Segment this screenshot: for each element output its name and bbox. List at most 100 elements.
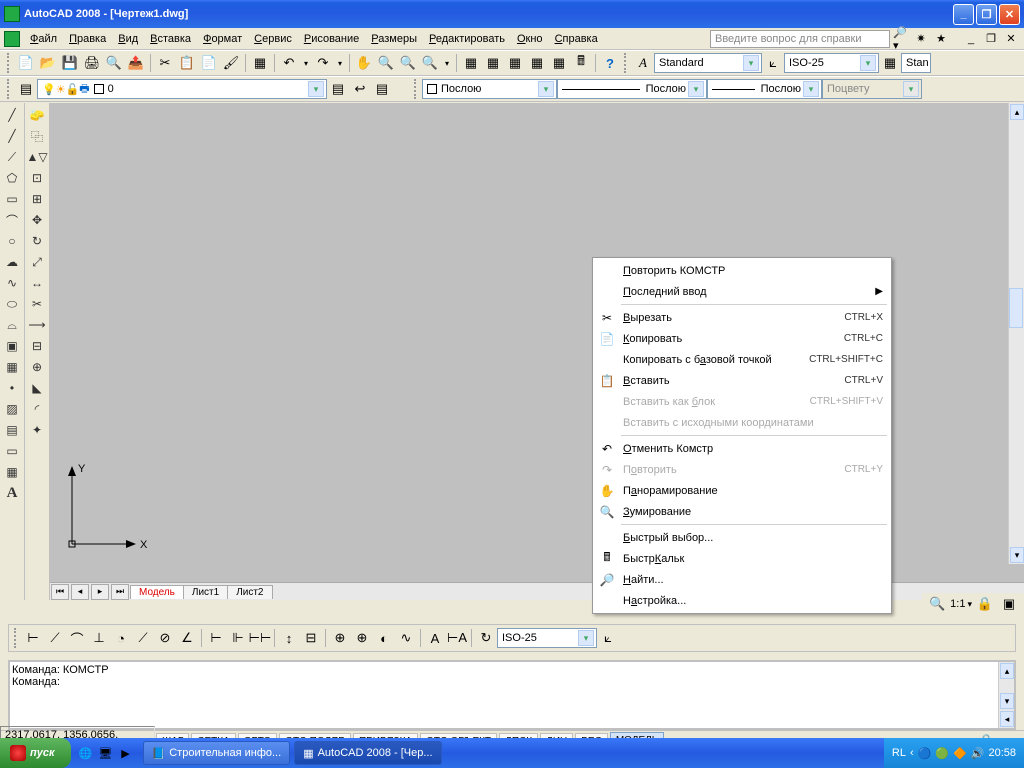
dim-style-combo[interactable]: ISO-25 ▾ — [784, 53, 879, 73]
move-icon[interactable]: ✥ — [27, 210, 47, 230]
mdi-restore-icon[interactable]: ❐ — [982, 30, 1000, 48]
chevron-down-icon[interactable]: ▾ — [688, 81, 704, 97]
hatch-icon[interactable]: ▨ — [2, 399, 22, 419]
design-center-icon[interactable]: ▦ — [483, 53, 503, 73]
table-style-icon[interactable]: ▦ — [880, 53, 900, 73]
ctx-item[interactable]: Быстрый выбор... — [595, 527, 889, 548]
dim-aligned-icon[interactable]: ⟋ — [45, 628, 65, 648]
chevron-down-icon[interactable]: ▾ — [803, 81, 819, 97]
properties-icon[interactable]: ▦ — [461, 53, 481, 73]
doc-icon[interactable] — [4, 31, 20, 47]
tray-icon[interactable]: 🟢 — [935, 747, 949, 760]
ctx-item[interactable]: ✂ВырезатьCTRL+X — [595, 307, 889, 328]
tab-layout1[interactable]: Лист1 — [183, 585, 228, 599]
maximize-viewport-icon[interactable]: ▣ — [999, 594, 1019, 614]
ctx-item[interactable]: 🖩БыстрКальк — [595, 548, 889, 569]
menu-Правка[interactable]: Правка — [63, 31, 112, 47]
zoom-drop-icon[interactable]: ▾ — [442, 53, 452, 73]
explode-icon[interactable]: ✦ — [27, 420, 47, 440]
markup-icon[interactable]: ▦ — [549, 53, 569, 73]
menu-Вид[interactable]: Вид — [112, 31, 144, 47]
scroll-down-icon[interactable]: ▾ — [1000, 693, 1014, 709]
paste-icon[interactable]: 📄 — [199, 53, 219, 73]
new-icon[interactable]: 📄 — [16, 53, 36, 73]
dimstyle-dlg-icon[interactable]: ⟀ — [598, 628, 618, 648]
table-style-combo[interactable]: Stan — [901, 53, 931, 73]
zoom-rt-icon[interactable]: 🔍 — [376, 53, 396, 73]
publish-icon[interactable]: 📤 — [126, 53, 146, 73]
lineweight-combo[interactable]: Послою ▾ — [707, 79, 822, 99]
grip[interactable] — [7, 79, 12, 99]
make-block-icon[interactable]: ▦ — [2, 357, 22, 377]
trim-icon[interactable]: ✂ — [27, 294, 47, 314]
menu-Формат[interactable]: Формат — [197, 31, 248, 47]
rectangle-icon[interactable]: ▭ — [2, 189, 22, 209]
menu-Файл[interactable]: Файл — [24, 31, 63, 47]
grip[interactable] — [414, 79, 419, 99]
array-icon[interactable]: ⊞ — [27, 189, 47, 209]
scroll-up-icon[interactable]: ▴ — [1000, 663, 1014, 679]
command-window[interactable]: Команда: КОМСТР Команда: ▴ ▾ ◂ — [8, 660, 1016, 730]
lang-indicator[interactable]: RL — [892, 747, 906, 759]
dim-tedit-icon[interactable]: ⊢A — [447, 628, 467, 648]
task-item[interactable]: ▦ AutoCAD 2008 - [Чер... — [294, 741, 441, 765]
ctx-item[interactable]: 📄КопироватьCTRL+C — [595, 328, 889, 349]
plot-icon[interactable]: 🖨 — [82, 53, 102, 73]
help-search-input[interactable] — [710, 30, 890, 48]
ctx-item[interactable]: ✋Панорамирование — [595, 480, 889, 501]
dimstyle-icon[interactable]: ⟀ — [763, 53, 783, 73]
help-icon[interactable]: ? — [600, 53, 620, 73]
text-style-combo[interactable]: Standard ▾ — [654, 53, 762, 73]
quickcalc-icon[interactable]: 🖩 — [571, 53, 591, 73]
chevron-down-icon[interactable]: ▾ — [860, 55, 876, 71]
tray-icon[interactable]: 🔵 — [918, 747, 932, 760]
ellipse-arc-icon[interactable]: ⌓ — [2, 315, 22, 335]
fillet-icon[interactable]: ◜ — [27, 399, 47, 419]
tray-icon[interactable]: 🔶 — [953, 747, 967, 760]
layer-states-icon[interactable]: ▤ — [328, 79, 348, 99]
tray-icon[interactable]: 🔊 — [971, 747, 985, 760]
layer-combo[interactable]: 💡 ☀ 🔓 🖶 0 ▾ — [37, 79, 327, 99]
ctx-item[interactable]: 📋ВставитьCTRL+V — [595, 370, 889, 391]
matchprop-icon[interactable]: 🖌 — [221, 53, 241, 73]
vertical-scrollbar[interactable]: ▴ ▾ — [1008, 103, 1024, 564]
zoom-window-icon[interactable]: 🔍 — [420, 53, 440, 73]
zoom-prev-icon[interactable]: 🔍 — [398, 53, 418, 73]
favorites-icon[interactable]: ★ — [932, 30, 950, 48]
copy-icon[interactable]: 📋 — [177, 53, 197, 73]
search-combo-icon[interactable]: 🔎▾ — [892, 30, 910, 48]
block-editor-icon[interactable]: ▦ — [250, 53, 270, 73]
dim-ordinate-icon[interactable]: ⊥ — [89, 628, 109, 648]
ctx-item[interactable]: ↶Отменить Комстр — [595, 438, 889, 459]
mdi-close-icon[interactable]: ✕ — [1002, 30, 1020, 48]
rotate-icon[interactable]: ↻ — [27, 231, 47, 251]
erase-icon[interactable]: 🧽 — [27, 105, 47, 125]
mdi-minimize-icon[interactable]: _ — [962, 30, 980, 48]
redo-drop-icon[interactable]: ▾ — [335, 53, 345, 73]
open-icon[interactable]: 📂 — [38, 53, 58, 73]
redo-icon[interactable]: ↷ — [313, 53, 333, 73]
undo-icon[interactable]: ↶ — [279, 53, 299, 73]
arc-icon[interactable]: ⌒ — [2, 210, 22, 230]
maximize-button[interactable]: ❐ — [976, 4, 997, 25]
table-icon[interactable]: ▦ — [2, 462, 22, 482]
dim-break-icon[interactable]: ⊟ — [301, 628, 321, 648]
linetype-combo[interactable]: Послою ▾ — [557, 79, 707, 99]
menu-Справка[interactable]: Справка — [549, 31, 604, 47]
clock[interactable]: 20:58 — [988, 747, 1016, 759]
chevron-down-icon[interactable]: ▾ — [967, 599, 972, 610]
cmd-scrollbar[interactable]: ▴ ▾ ◂ — [998, 662, 1014, 728]
dim-jogged-icon[interactable]: ⟋ — [133, 628, 153, 648]
grip[interactable] — [14, 628, 19, 648]
layer-manager-icon[interactable]: ▤ — [16, 79, 36, 99]
revcloud-icon[interactable]: ☁ — [2, 252, 22, 272]
dim-angular-icon[interactable]: ∠ — [177, 628, 197, 648]
ctx-item[interactable]: Повторить КОМСТР — [595, 260, 889, 281]
cut-icon[interactable]: ✂ — [155, 53, 175, 73]
copy-obj-icon[interactable]: ⿻ — [27, 126, 47, 146]
ellipse-icon[interactable]: ⬭ — [2, 294, 22, 314]
minimize-button[interactable]: _ — [953, 4, 974, 25]
menu-Окно[interactable]: Окно — [511, 31, 549, 47]
dim-update-icon[interactable]: ↻ — [476, 628, 496, 648]
dim-style-combo2[interactable]: ISO-25 ▾ — [497, 628, 597, 648]
